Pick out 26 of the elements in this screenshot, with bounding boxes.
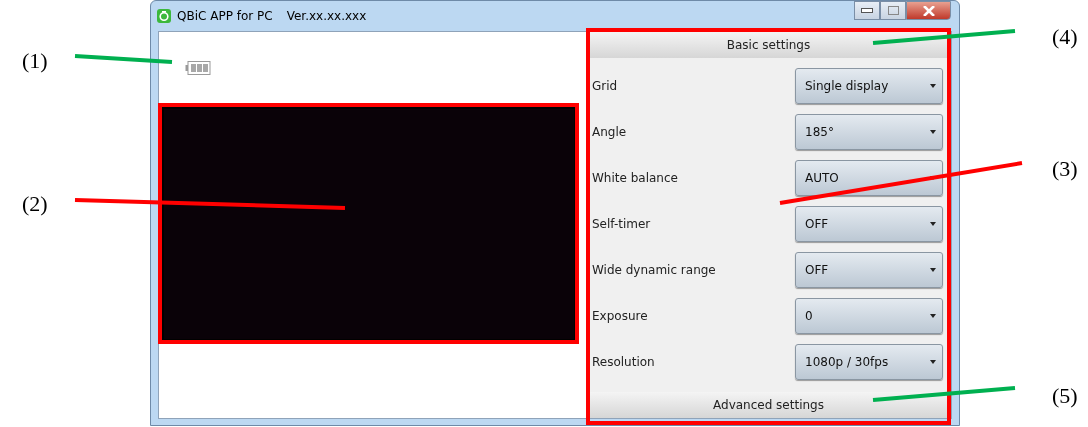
close-button[interactable] bbox=[906, 1, 951, 20]
dropdown[interactable]: 185° bbox=[795, 114, 943, 150]
callout-number: (2) bbox=[22, 191, 48, 217]
minimize-button[interactable] bbox=[854, 1, 880, 20]
close-icon bbox=[922, 5, 935, 16]
dropdown[interactable]: Single display bbox=[795, 68, 943, 104]
dropdown[interactable]: OFF bbox=[795, 252, 943, 288]
setting-label: Angle bbox=[592, 125, 628, 139]
callout-number: (1) bbox=[22, 48, 48, 74]
dropdown[interactable]: 1080p / 30fps bbox=[795, 344, 943, 380]
callout-number: (3) bbox=[1052, 156, 1078, 182]
dropdown[interactable]: OFF bbox=[795, 206, 943, 242]
window-title: QBiC APP for PC bbox=[177, 9, 273, 23]
dropdown[interactable]: 0 bbox=[795, 298, 943, 334]
setting-label: Wide dynamic range bbox=[592, 263, 717, 277]
dropdown[interactable]: AUTO bbox=[795, 160, 943, 196]
battery-icon bbox=[185, 61, 211, 75]
setting-label: Self-timer bbox=[592, 217, 652, 231]
setting-label: Exposure bbox=[592, 309, 649, 323]
callout-number: (5) bbox=[1052, 383, 1078, 409]
camera-icon bbox=[157, 9, 171, 23]
setting-label: Grid bbox=[592, 79, 619, 93]
setting-label: Resolution bbox=[592, 355, 656, 369]
version-text: Ver.xx.xx.xxx bbox=[286, 9, 367, 23]
callout-number: (4) bbox=[1052, 24, 1078, 50]
setting-label: White balance bbox=[592, 171, 679, 185]
